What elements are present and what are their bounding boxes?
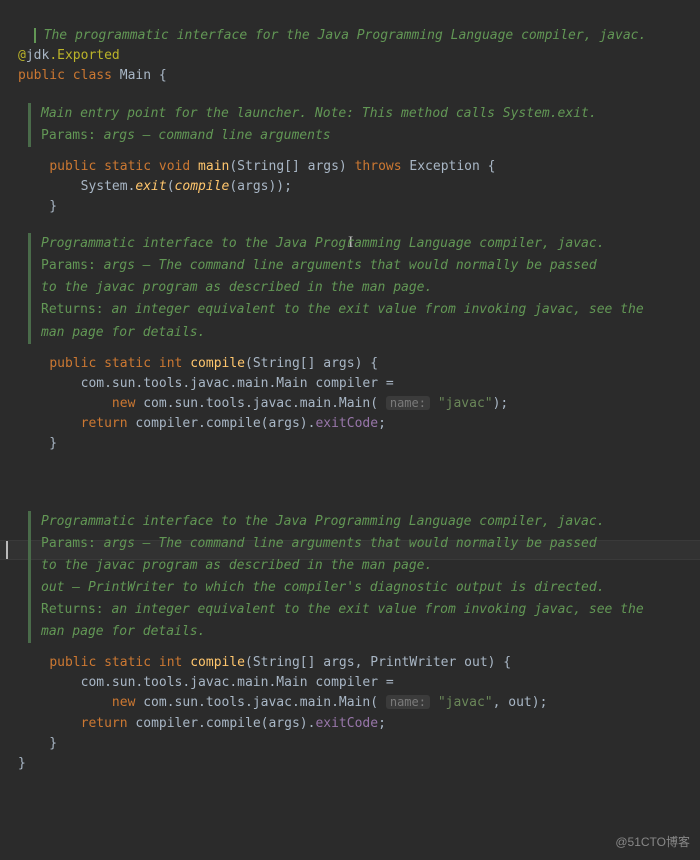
watermark-text: @51CTO博客 — [615, 833, 690, 852]
param-hint: name: — [386, 695, 430, 709]
code-editor[interactable]: The programmatic interface for the Java … — [0, 6, 700, 87]
method-main[interactable]: public static void main(String[] args) t… — [0, 157, 700, 217]
annotation-line: @jdk.Exported — [18, 48, 120, 63]
method-compile-1[interactable]: public static int compile(String[] args)… — [0, 354, 700, 495]
javadoc-compile-1: Programmatic interface to the Java Progr… — [28, 233, 700, 343]
file-doc-comment: The programmatic interface for the Java … — [18, 28, 646, 43]
class-decl: public class Main { — [18, 68, 167, 83]
text-caret — [6, 541, 8, 559]
javadoc-compile-2: Programmatic interface to the Java Progr… — [28, 511, 700, 644]
javadoc-main: Main entry point for the launcher. Note:… — [28, 103, 700, 147]
method-compile-2[interactable]: public static int compile(String[] args,… — [0, 653, 700, 774]
param-hint: name: — [386, 396, 430, 410]
